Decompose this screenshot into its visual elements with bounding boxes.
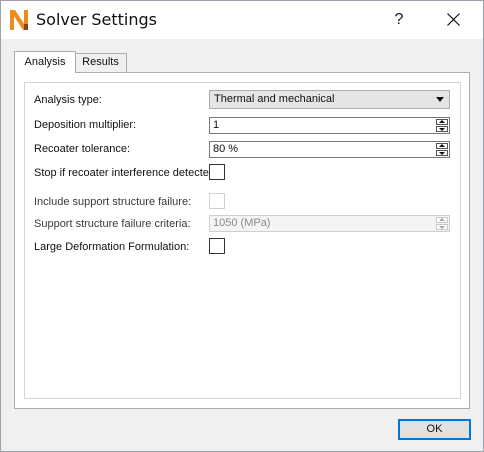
include-support-failure-checkbox[interactable] [209,193,225,209]
spin-buttons [436,217,448,230]
close-icon [447,13,460,26]
window-title: Solver Settings [36,10,157,29]
deposition-multiplier-value: 1 [213,119,220,131]
tab-results[interactable]: Results [75,53,127,72]
tab-analysis[interactable]: Analysis [14,51,76,73]
analysis-type-select[interactable]: Thermal and mechanical [209,90,450,109]
spin-up-icon[interactable] [436,217,448,223]
spin-down-icon[interactable] [436,224,448,230]
spin-buttons [436,143,448,156]
spin-buttons [436,119,448,132]
large-deformation-checkbox[interactable] [209,238,225,254]
spin-down-icon[interactable] [436,126,448,132]
dropdown-arrow-icon [436,97,444,102]
solver-settings-dialog: Solver Settings ? Analysis Results Analy… [0,0,484,452]
stop-recoater-interference-checkbox[interactable] [209,164,225,180]
support-failure-criteria-value: 1050 (MPa) [213,217,271,229]
ok-button[interactable]: OK [398,419,471,440]
support-failure-criteria-label: Support structure failure criteria: [34,218,191,230]
title-bar[interactable]: Solver Settings ? [1,1,483,39]
stop-recoater-interference-label: Stop if recoater interference detected: [34,167,219,179]
analysis-type-label: Analysis type: [34,94,102,106]
deposition-multiplier-spinbox[interactable]: 1 [209,117,450,134]
large-deformation-label: Large Deformation Formulation: [34,241,190,253]
recoater-tolerance-label: Recoater tolerance: [34,143,130,155]
spin-up-icon[interactable] [436,143,448,149]
spin-down-icon[interactable] [436,150,448,156]
help-button[interactable]: ? [377,1,421,39]
spin-up-icon[interactable] [436,119,448,125]
app-logo-icon [10,10,28,30]
analysis-type-value: Thermal and mechanical [214,93,335,105]
deposition-multiplier-label: Deposition multiplier: [34,119,137,131]
recoater-tolerance-value: 80 % [213,143,239,155]
include-support-failure-label: Include support structure failure: [34,196,192,208]
close-button[interactable] [431,1,477,39]
support-failure-criteria-spinbox[interactable]: 1050 (MPa) [209,215,450,232]
recoater-tolerance-spinbox[interactable]: 80 % [209,141,450,158]
